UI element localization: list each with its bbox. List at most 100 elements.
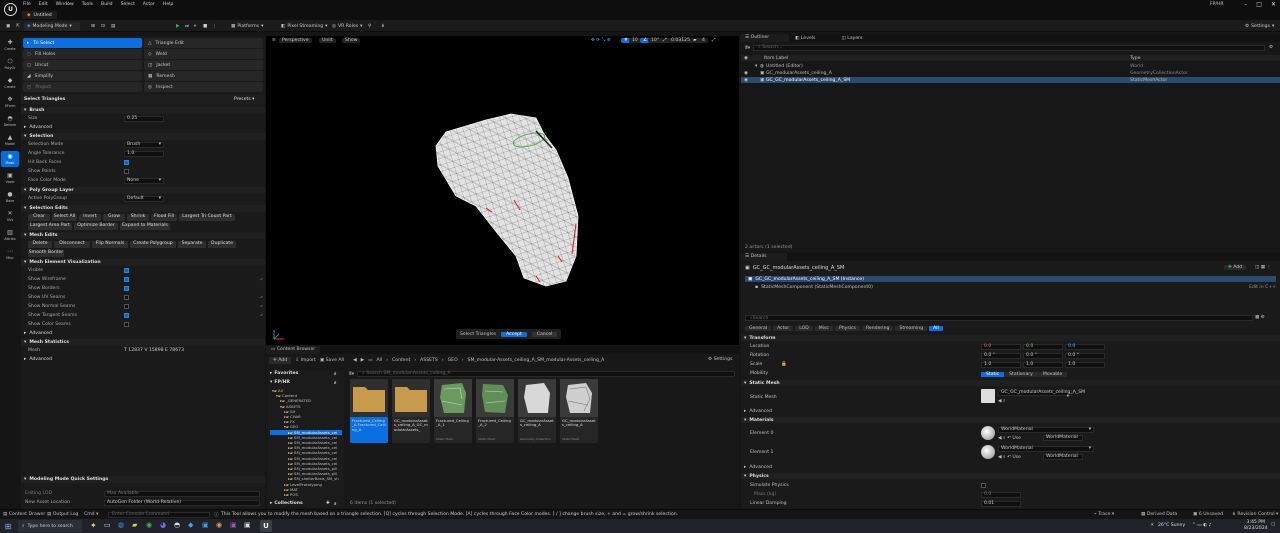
duplicate-button[interactable]: Duplicate	[208, 241, 236, 248]
save-icon[interactable]: ▣	[3, 22, 13, 31]
import-button[interactable]: ⇩ Import	[295, 358, 316, 363]
location-y-input[interactable]: 0.0	[1023, 344, 1063, 350]
output-log-button[interactable]: ▤ Output Log	[47, 512, 78, 517]
cancel-button[interactable]: Cancel	[531, 331, 558, 337]
selection-section-header[interactable]: ▾ Selection	[21, 133, 265, 140]
triangle-edit-tool-button[interactable]: △ Triangle Edit	[144, 38, 263, 48]
scale-x-input[interactable]: 1.0	[981, 362, 1021, 368]
pixel-streaming-button[interactable]: ◧ Pixel Streaming ▾	[278, 22, 330, 31]
sequencer-icon[interactable]: ▤	[108, 22, 118, 31]
cmd-dropdown[interactable]: Cmd ▾	[84, 512, 98, 517]
search-icon[interactable]: ⌕	[334, 380, 337, 386]
breadcrumb-all[interactable]: All	[377, 358, 383, 363]
type-column[interactable]: Type	[1130, 56, 1141, 61]
close-icon[interactable]: ✕	[1271, 1, 1276, 8]
mobility-static[interactable]: Static	[981, 371, 1005, 377]
brush-section-header[interactable]: ▾ Brush	[21, 107, 265, 114]
cb-settings-button[interactable]: ⚙ Settings	[708, 357, 732, 362]
static-mesh-advanced-toggle[interactable]: ▸ Advanced	[741, 408, 1280, 414]
asset-tile[interactable]: GC_modularAssets_ceiling_A_GC_modularAss…	[392, 379, 430, 443]
visualization-advanced-toggle[interactable]: ▸ Advanced	[21, 330, 265, 337]
mobility-stationary[interactable]: Stationary	[1004, 371, 1038, 377]
blueprint-icon[interactable]: ◫ ▦ ⋮	[1255, 265, 1271, 270]
linear-damping-input[interactable]: 0.01	[981, 501, 1021, 507]
details-tab[interactable]: ☰ Details	[741, 253, 787, 261]
asset-tile[interactable]: Fractured_Ceiling_A_2 Static Mesh	[476, 379, 514, 443]
blender-icon[interactable]: ◉	[216, 521, 222, 529]
separate-button[interactable]: Separate	[178, 241, 206, 248]
fill-holes-tool-button[interactable]: ◌ Fill Holes	[23, 49, 142, 59]
details-view-options-icon[interactable]: ▦ ⚙	[1255, 315, 1265, 320]
cb-search-input[interactable]: ⌕ Search SM_modular-Assets_ceiling_A	[357, 370, 735, 377]
notification-icon[interactable]: ▢	[1271, 522, 1275, 527]
search-icon[interactable]: ⌕	[334, 501, 337, 507]
statistics-advanced-toggle[interactable]: ▸ Advanced	[21, 356, 265, 363]
smooth-border-button[interactable]: Smooth Border	[28, 250, 64, 257]
console-input[interactable]: Enter Console Command	[108, 511, 210, 518]
unsaved-button[interactable]: ▣ 6 Unsaved	[1193, 512, 1223, 517]
vr-roles-button[interactable]: ◎ VR Roles ▾	[329, 22, 365, 31]
clear-button[interactable]: Clear	[28, 214, 50, 221]
edge-icon[interactable]: ◍	[118, 521, 124, 529]
editing-lod-dropdown[interactable]: Max Available	[104, 491, 260, 497]
outliner-search-input[interactable]: ⌕ Search...	[753, 45, 1265, 51]
platforms-button[interactable]: ▦ Platforms ▾	[228, 22, 266, 31]
forward-icon[interactable]: ▶	[361, 358, 365, 363]
filter-rendering[interactable]: Rendering	[861, 325, 894, 331]
windows-start-icon[interactable]: ⊞	[3, 521, 13, 531]
lock-icon[interactable]: 🔒	[781, 362, 787, 367]
category-deform[interactable]: ◓ Deform	[1, 113, 19, 129]
pause-icon[interactable]: ⏸	[191, 22, 199, 31]
levels-tab[interactable]: ◧ Levels	[791, 36, 835, 41]
menu-build[interactable]: Build	[101, 2, 113, 7]
static-mesh-picker[interactable]: GC_GC_modularAssets_ceiling_A_SM ▾	[998, 390, 1085, 399]
item-label-column[interactable]: Item Label	[764, 56, 788, 61]
inspect-tool-button[interactable]: ◎ Inspect	[144, 82, 263, 92]
quick-settings-header[interactable]: ▾ Modeling Mode Quick Settings	[21, 476, 265, 483]
asset-tile[interactable]: GC_modularAssets_ceiling_A Geometry Coll…	[518, 379, 556, 443]
mesh-wireframe[interactable]	[416, 106, 616, 296]
menu-actor[interactable]: Actor	[143, 2, 155, 7]
disconnect-button[interactable]: Disconnect	[54, 241, 90, 248]
show-points-checkbox[interactable]	[124, 169, 129, 174]
breadcrumb-folder[interactable]: SM_modular-Assets_ceiling_A_SM_modular-A…	[468, 358, 605, 363]
derived-data-button[interactable]: ▦ Derived Data	[1141, 512, 1177, 517]
category-polygroup[interactable]: ⬡ PolyGr	[1, 56, 19, 72]
show-tangent-seams-checkbox[interactable]	[124, 313, 129, 318]
layers-tab[interactable]: ◫ Layers	[837, 36, 882, 41]
save-all-button[interactable]: ▣ Save All	[320, 358, 344, 363]
selection-mode-dropdown[interactable]: Brush ▾	[124, 142, 164, 148]
component-instance-row[interactable]: ▣ GC_GC_modularAssets_ceiling_A_SM (Inst…	[745, 276, 1276, 282]
chrome-icon[interactable]: ◉	[146, 521, 152, 529]
app-icon[interactable]: ▣	[244, 521, 251, 529]
filter-icon[interactable]: ⩸▾	[349, 371, 354, 377]
material-0-actions[interactable]: ◀ ⌕ ↶ Use	[998, 435, 1021, 441]
trace-button[interactable]: ⌁ Trace ▾	[1094, 512, 1114, 517]
level-tab[interactable]: ◆ Untitled	[22, 11, 57, 19]
menu-select[interactable]: Select	[121, 2, 135, 7]
largest-area-part-button[interactable]: Largest Area Part	[28, 223, 72, 230]
project-header[interactable]: ▾ FP/HR ⌕	[268, 379, 344, 386]
source-control-icon[interactable]: ⋔	[378, 22, 388, 31]
optimize-border-button[interactable]: Optimize Border	[74, 223, 118, 230]
rotation-y-input[interactable]: 0.0 °	[1023, 353, 1063, 359]
brush-size-input[interactable]: 0.25	[124, 116, 164, 122]
outliner-row[interactable]: ▾ ◍ Untitled (Editor) World	[741, 63, 1280, 69]
delete-button[interactable]: Delete	[28, 241, 52, 248]
settings-button[interactable]: ⚙ Settings ▾	[1242, 22, 1277, 31]
transform-gizmo-icons[interactable]: ✥ ⟳ ⤡ ⊕	[588, 38, 614, 43]
material-1-thumbnail[interactable]	[981, 445, 995, 459]
selection-edits-header[interactable]: ▾ Selection Edits	[21, 205, 265, 212]
gear-icon[interactable]: ⚙	[1269, 45, 1273, 50]
asset-tile[interactable]: Fractured_Ceiling_A_1 Static Mesh	[434, 379, 472, 443]
snapping-icon[interactable]: ⚲	[365, 22, 374, 31]
vscode-icon[interactable]: ◆	[188, 521, 193, 529]
app-icon[interactable]: ▣	[202, 521, 209, 529]
create-polygroup-button[interactable]: Create Polygroup	[130, 241, 176, 248]
reset-arrow-icon[interactable]: ↶	[260, 304, 263, 309]
shrink-button[interactable]: Shrink	[127, 214, 149, 221]
breadcrumb-content[interactable]: Content	[392, 358, 410, 363]
component-row[interactable]: ▪ StaticMeshComponent (StaticMeshCompone…	[755, 284, 1276, 290]
view-mode-button[interactable]: Unlit	[319, 38, 336, 43]
jacket-tool-button[interactable]: ◫ Jacket	[144, 60, 263, 70]
